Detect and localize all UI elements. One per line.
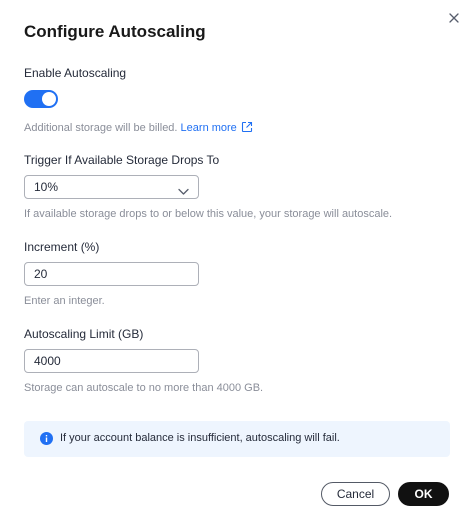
balance-alert: If your account balance is insufficient,… (24, 421, 450, 457)
toggle-knob (42, 92, 56, 106)
alert-text: If your account balance is insufficient,… (60, 432, 340, 444)
enable-autoscaling-toggle[interactable] (24, 90, 58, 108)
increment-hint: Enter an integer. (24, 295, 105, 307)
billing-note: Additional storage will be billed. (24, 122, 178, 134)
trigger-hint: If available storage drops to or below t… (24, 208, 393, 220)
trigger-label: Trigger If Available Storage Drops To (24, 153, 220, 167)
enable-autoscaling-label: Enable Autoscaling (24, 66, 127, 80)
learn-more-label: Learn more (180, 122, 237, 134)
close-icon[interactable] (446, 10, 462, 26)
configure-autoscaling-dialog: Configure Autoscaling Enable Autoscaling… (0, 0, 474, 531)
learn-more-link[interactable]: Learn more (180, 121, 253, 136)
cancel-button[interactable]: Cancel (321, 482, 390, 506)
limit-hint: Storage can autoscale to no more than 40… (24, 382, 264, 394)
trigger-selected-value: 10% (34, 180, 59, 194)
increment-input[interactable] (25, 263, 184, 285)
dialog-title: Configure Autoscaling (24, 22, 206, 41)
limit-label: Autoscaling Limit (GB) (24, 327, 144, 341)
trigger-threshold-select[interactable]: 10% (24, 175, 199, 199)
ok-button[interactable]: OK (398, 482, 449, 506)
limit-input[interactable] (25, 350, 184, 372)
increment-label: Increment (%) (24, 240, 100, 254)
chevron-down-icon (178, 183, 189, 201)
info-icon (40, 432, 53, 450)
limit-field[interactable] (24, 349, 199, 373)
billing-note-row: Additional storage will be billed. Learn… (24, 121, 253, 136)
increment-field[interactable] (24, 262, 199, 286)
external-link-icon (241, 121, 253, 136)
